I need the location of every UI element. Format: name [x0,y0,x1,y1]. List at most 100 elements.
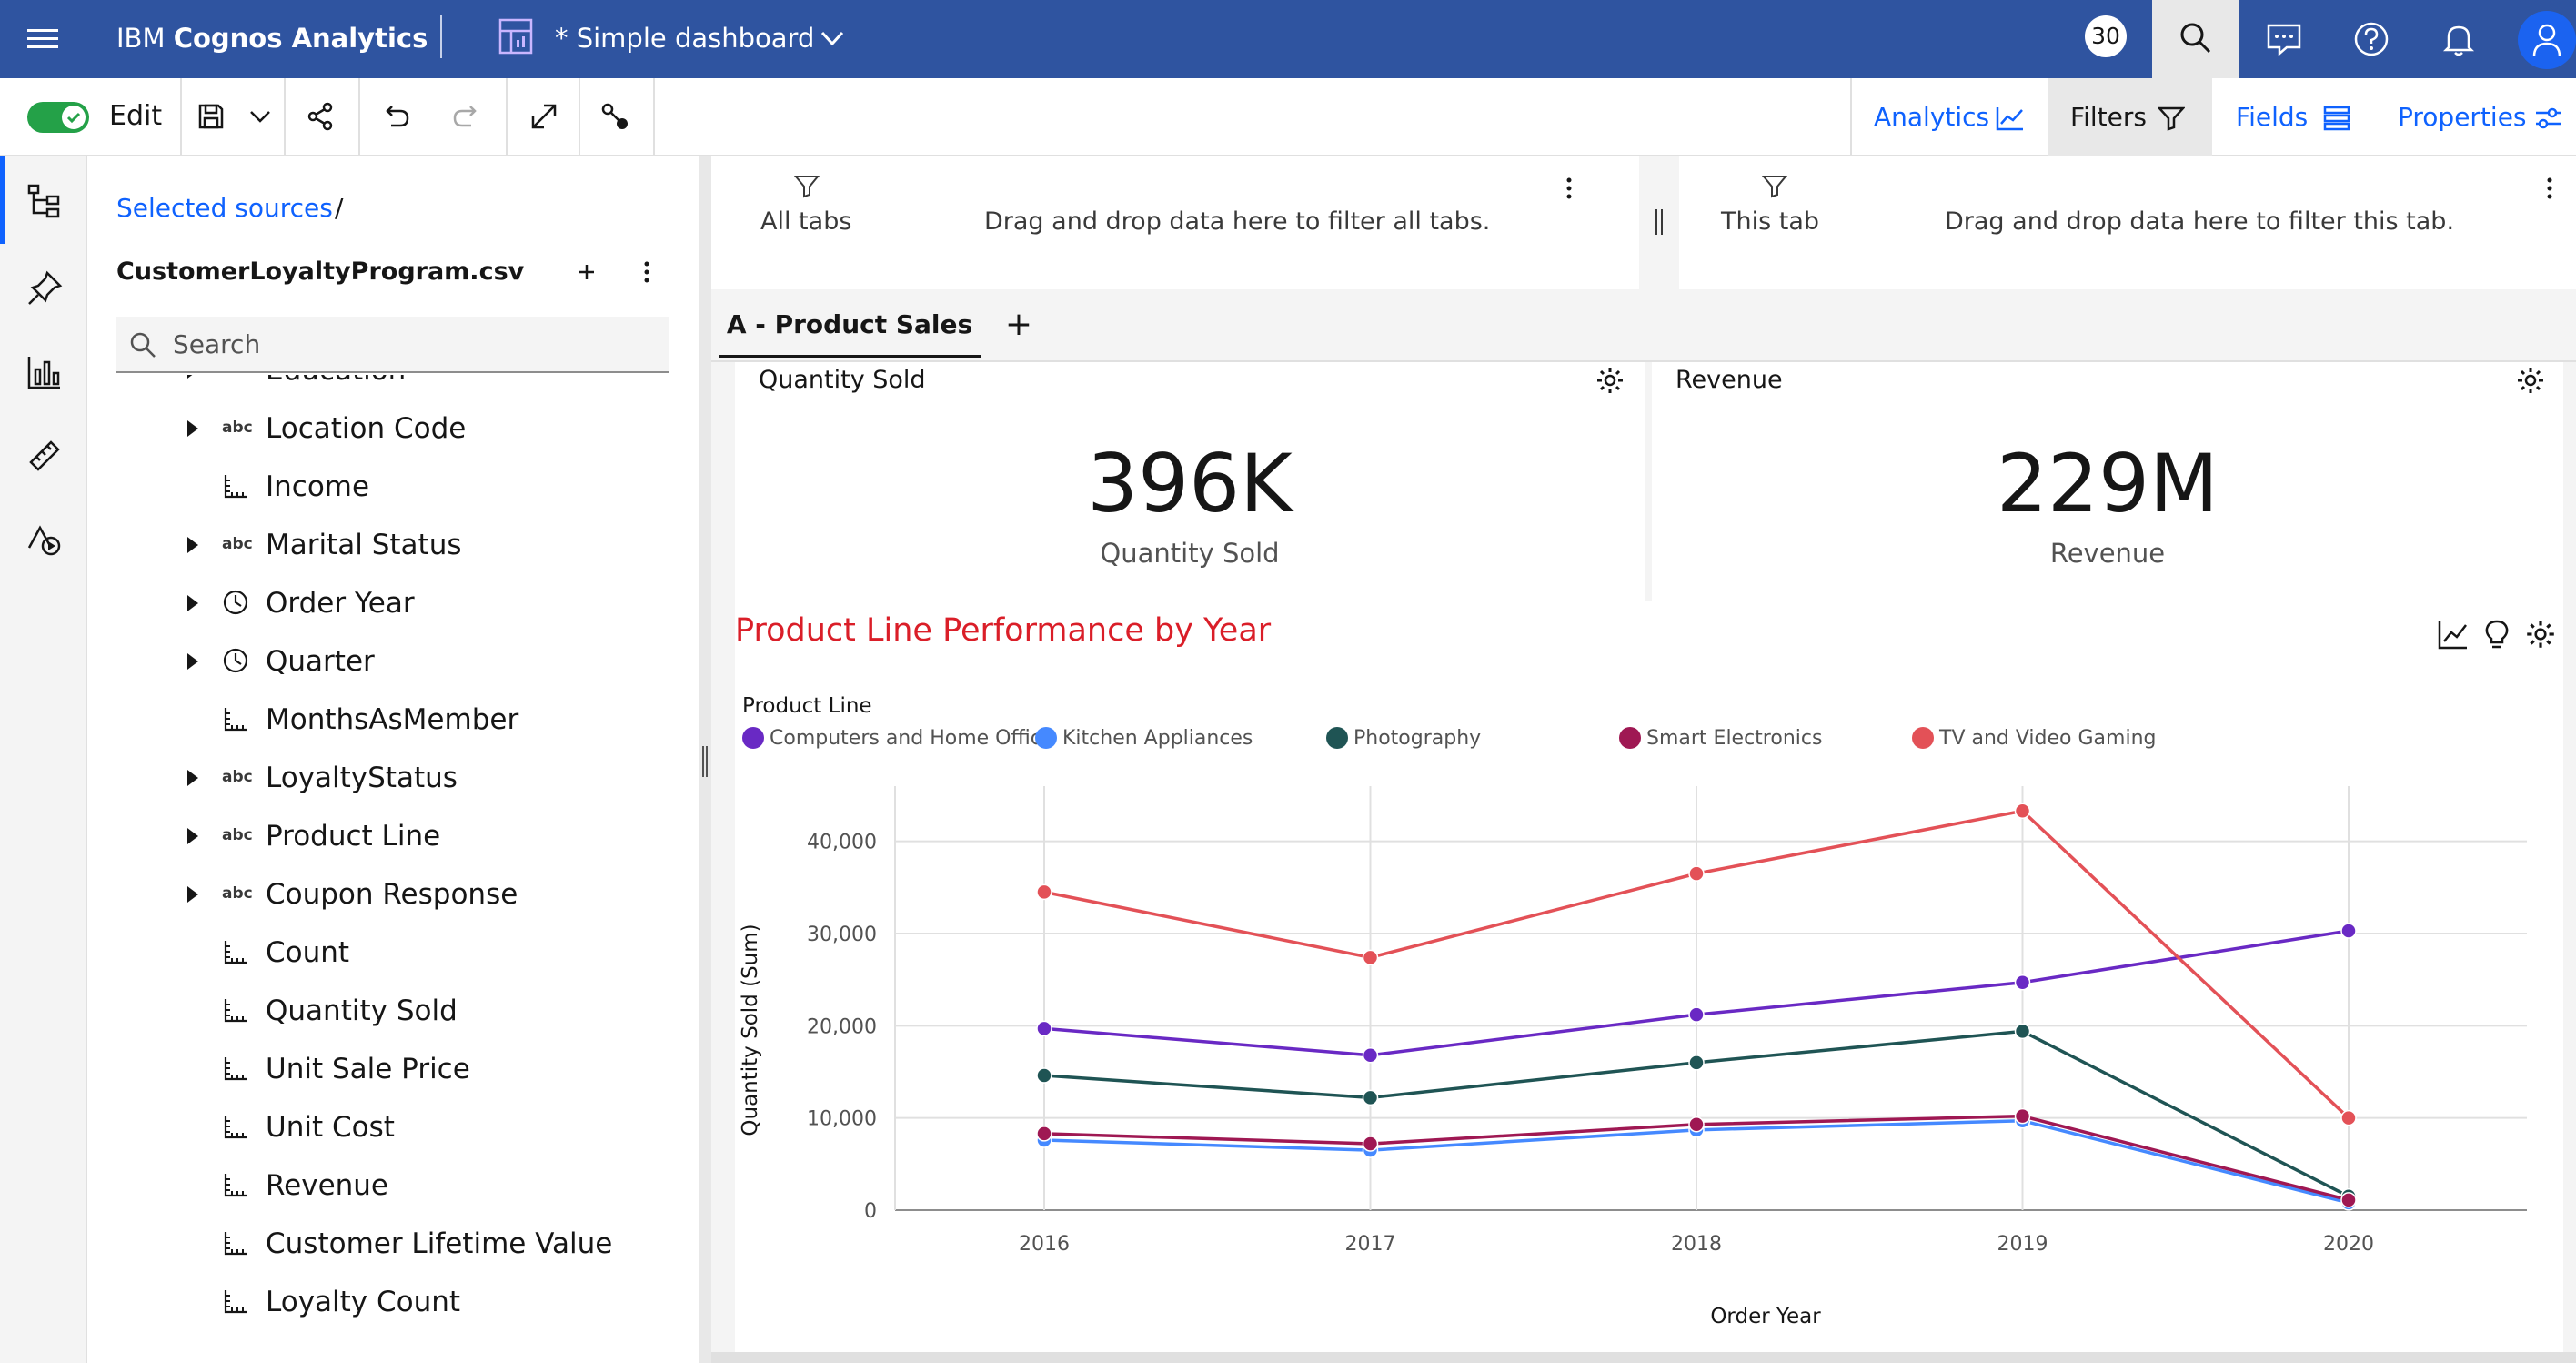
data-point [2340,923,2357,939]
settings-gear-icon[interactable] [1594,364,1626,397]
field-item[interactable]: MonthsAsMember [87,692,699,750]
search-input[interactable] [173,317,655,371]
user-icon [2532,24,2561,57]
caret-right-icon[interactable] [187,886,198,903]
data-sources-tree-icon[interactable] [25,182,64,220]
visualizations-icon[interactable] [25,353,64,391]
caret-right-icon[interactable] [187,537,198,553]
menu-icon[interactable] [27,24,58,55]
field-item[interactable]: abc LoyaltyStatus [87,750,699,808]
field-name: MonthsAsMember [266,703,519,736]
notification-bell-icon[interactable] [2438,18,2480,60]
chat-icon[interactable] [2263,18,2305,60]
tab-analytics[interactable]: Analytics [1852,78,2048,156]
pin-icon[interactable] [25,269,64,308]
save-icon[interactable] [193,98,229,135]
field-item[interactable]: Loyalty Count [87,1274,699,1332]
field-item[interactable]: Customer Lifetime Value [87,1216,699,1274]
left-icon-rail [0,156,87,1363]
y-tick-label: 10,000 [807,1108,877,1131]
data-point [1688,865,1705,882]
edit-mode-toggle[interactable] [27,102,89,133]
dashboard-canvas: Quantity Sold 396K Quantity Sold Revenue… [711,362,2576,1363]
field-item[interactable]: Quarter [87,633,699,692]
field-item[interactable]: Revenue [87,1157,699,1216]
field-item[interactable]: abc Product Line [87,808,699,866]
grip-icon [702,746,708,777]
field-item[interactable]: Count [87,924,699,983]
search-button[interactable] [2152,0,2239,78]
add-source-icon[interactable] [569,255,604,289]
field-name: Coupon Response [266,878,518,911]
measure-type-icon [222,1108,255,1145]
caret-right-icon[interactable] [187,653,198,670]
settings-gear-icon[interactable] [2514,364,2547,397]
search-icon [130,332,156,358]
this-tab-filter-dropzone[interactable]: This tab Drag and drop data here to filt… [1679,156,2576,289]
notification-count-badge[interactable]: 30 [2085,15,2127,57]
data-point [1036,1020,1052,1037]
chevron-down-icon[interactable] [242,98,278,135]
caret-right-icon[interactable] [187,375,198,379]
tab-fields[interactable]: Fields [2214,78,2378,156]
field-name: Education [266,375,406,389]
data-point [2014,974,2031,991]
redo-icon[interactable] [449,98,486,135]
field-item[interactable]: Order Year [87,575,699,633]
search-icon [2180,23,2211,54]
chevron-down-icon[interactable] [817,24,848,53]
data-point [2014,803,2031,819]
divider [579,78,580,156]
kpi-title: Revenue [1675,366,1783,394]
tab-filters[interactable]: Filters [2048,78,2212,156]
field-item[interactable]: Unit Sale Price [87,1041,699,1099]
all-tabs-filter-dropzone[interactable]: All tabs Drag and drop data here to filt… [711,156,1639,289]
line-chart-card[interactable]: Product Line Performance by Year Product… [735,601,2563,1363]
undo-icon[interactable] [377,98,413,135]
user-avatar[interactable] [2518,11,2576,69]
field-item[interactable]: Income [87,459,699,517]
field-item[interactable]: Unit Cost [87,1099,699,1157]
field-item[interactable]: abc Education [87,375,699,400]
kpi-card-quantity-sold[interactable]: Quantity Sold 396K Quantity Sold [735,362,1645,601]
add-tab-button[interactable]: + [1001,302,1037,348]
kpi-label: Quantity Sold [1100,538,1280,569]
field-item[interactable]: abc Marital Status [87,517,699,575]
field-name: Location Code [266,412,467,445]
tab-properties[interactable]: Properties [2376,78,2576,156]
caret-right-icon[interactable] [187,770,198,786]
this-tab-label: This tab [1721,207,1820,236]
overflow-menu-icon[interactable] [629,255,664,289]
field-item[interactable]: abc Coupon Response [87,866,699,924]
y-tick-label: 0 [864,1200,877,1223]
field-item[interactable]: Quantity Sold [87,983,699,1041]
field-name: Quantity Sold [266,994,458,1027]
data-point [1362,949,1379,966]
dashboard-title[interactable]: * Simple dashboard [555,20,814,56]
assets-tools-icon[interactable] [25,437,64,475]
caret-right-icon[interactable] [187,420,198,437]
breadcrumb-selected-sources[interactable]: Selected sources [116,191,333,226]
measure-type-icon [222,1050,255,1086]
kpi-card-revenue[interactable]: Revenue 229M Revenue [1652,362,2563,601]
active-indicator [0,156,5,244]
connections-icon[interactable] [597,98,633,135]
time-type-icon [222,642,255,679]
field-item[interactable]: abc Location Code [87,400,699,459]
help-icon[interactable] [2350,18,2392,60]
panel-resize-handle[interactable] [699,156,711,1363]
fullscreen-icon[interactable] [526,98,562,135]
tab-product-sales[interactable]: A - Product Sales [719,302,981,358]
share-icon[interactable] [302,98,338,135]
field-name: Quarter [266,645,375,678]
overflow-menu-icon[interactable] [2534,171,2565,206]
shapes-media-icon[interactable] [25,520,64,559]
filter-split-handle[interactable] [1639,156,1679,289]
caret-right-icon[interactable] [187,595,198,611]
caret-right-icon[interactable] [187,828,198,844]
overflow-menu-icon[interactable] [1554,171,1585,206]
text-type-icon: abc [222,768,253,786]
field-name: Order Year [266,587,415,620]
field-search [116,317,669,373]
tab-fields-label: Fields [2236,102,2309,132]
